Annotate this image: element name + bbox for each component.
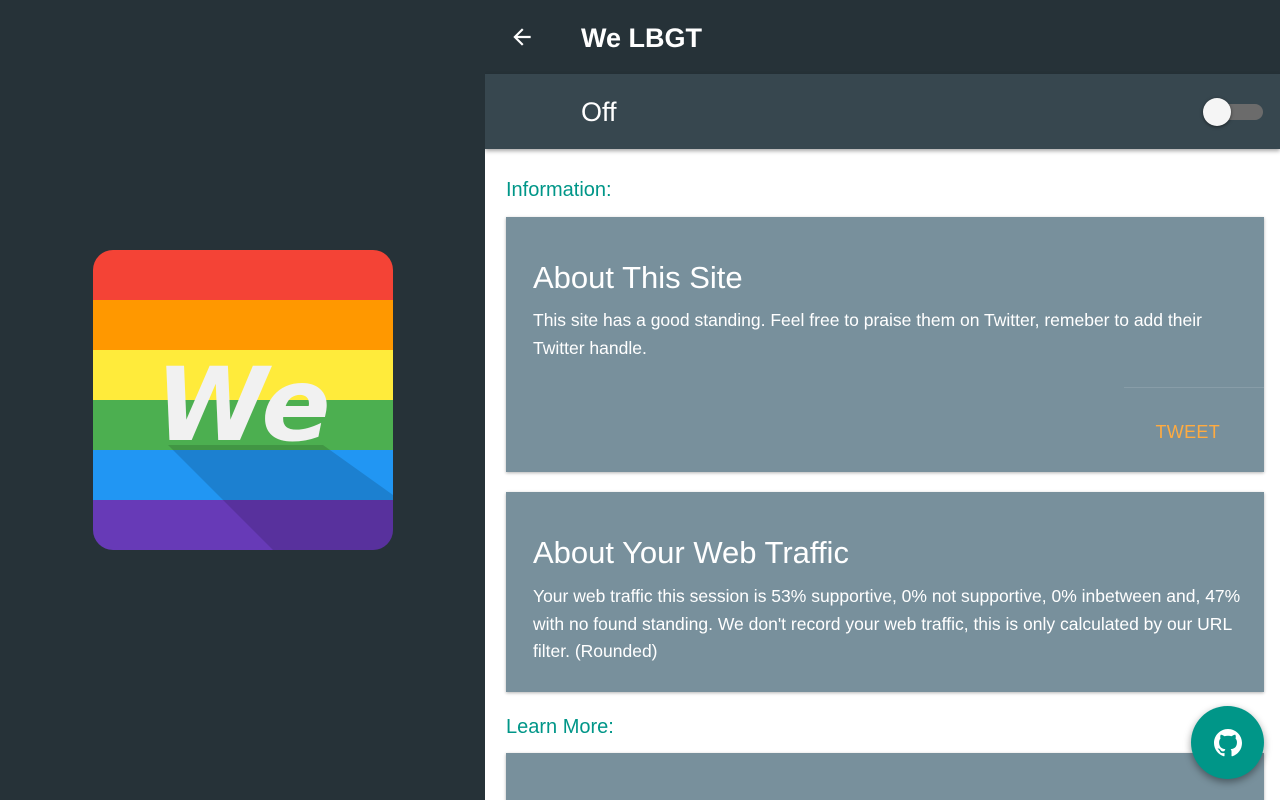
about-traffic-text: Your web traffic this session is 53% sup… [533,586,1241,661]
app-logo: We [93,250,393,550]
about-site-card: About This Site This site has a good sta… [506,217,1264,472]
app-bar: We LBGT [485,0,1280,74]
on-off-switch[interactable] [1203,98,1265,126]
toggle-label: Off [581,97,617,127]
back-button[interactable] [505,20,539,54]
information-heading: Information: [506,179,612,201]
sidebar-panel: We [0,0,485,800]
arrow-back-icon [513,28,531,46]
about-site-title: About This Site [533,260,743,295]
page-title: We LBGT [581,23,702,53]
toggle-bar: Off [485,74,1280,149]
github-icon [1213,728,1242,756]
learn-more-card [506,753,1264,800]
about-traffic-title: About Your Web Traffic [533,535,849,570]
about-traffic-card: About Your Web Traffic Your web traffic … [506,492,1264,692]
logo-text: We [155,346,330,465]
learn-more-heading: Learn More: [506,716,614,738]
rainbow-logo-graphic: We [93,250,393,550]
main-panel: We LBGT Off Information: About This Site… [485,0,1280,800]
tweet-button[interactable]: TWEET [1156,421,1221,443]
switch-thumb[interactable] [1203,98,1231,126]
about-site-text: This site has a good standing. Feel free… [533,310,1202,358]
card-divider [1124,387,1264,388]
github-button[interactable] [1191,706,1264,779]
